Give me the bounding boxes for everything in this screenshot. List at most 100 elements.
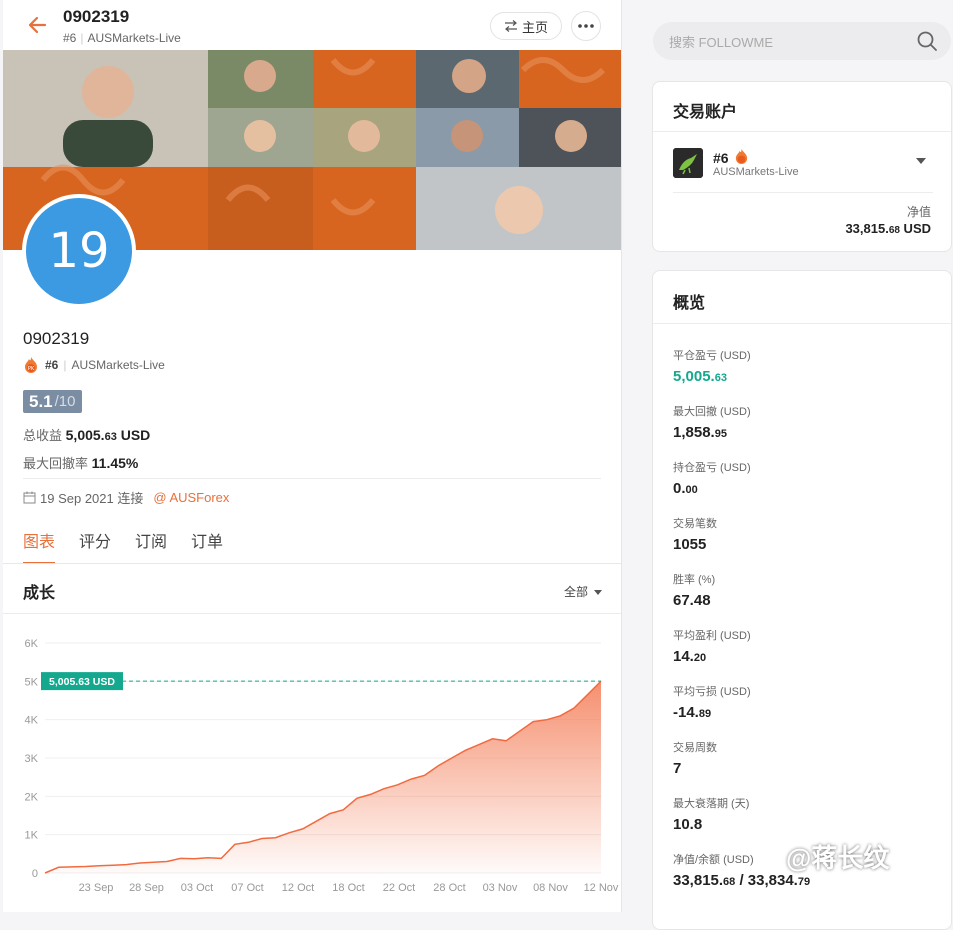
profile-broker: AUSMarkets-Live	[71, 358, 165, 372]
search-placeholder: 搜索 FOLLOWME	[669, 34, 774, 50]
profile-name: 0902319	[23, 329, 90, 348]
tab-chart[interactable]: 图表	[23, 528, 56, 564]
trading-account-title: 交易账户	[653, 82, 951, 132]
more-options-button[interactable]	[571, 11, 601, 41]
y-tick-label: 5K	[25, 676, 39, 688]
overview-item: 平均亏损 (USD) -14.89	[673, 683, 751, 721]
watermark: @蒋长纹	[786, 838, 889, 875]
overview-item-label: 交易笔数	[673, 518, 717, 530]
x-tick-label: 22 Oct	[383, 882, 415, 894]
tab-orders[interactable]: 订单	[191, 528, 223, 564]
score-max: /10	[54, 393, 76, 410]
total-return-label: 总收益	[23, 428, 63, 443]
overview-card: 概览 平仓盈亏 (USD) 5,005.63 最大回撤 (USD) 1,858.95 持…	[652, 270, 952, 930]
overview-item-label: 交易周数	[673, 742, 717, 754]
overview-item-value: 1055	[673, 536, 707, 553]
watermark-text: @蒋长纹	[786, 843, 890, 873]
profile-rank-row: PK #6 | AUSMarkets-Live	[23, 356, 165, 374]
profile-rank: #6	[45, 358, 59, 372]
y-tick-label: 4K	[25, 715, 39, 727]
overview-item-label: 平仓盈亏 (USD)	[673, 350, 751, 362]
overview-item-value: 0.00	[673, 480, 698, 497]
pk-flame-icon	[736, 149, 748, 164]
overview-item-label: 最大回撤 (USD)	[673, 406, 751, 418]
header-broker: AUSMarkets-Live	[87, 31, 181, 45]
search-icon[interactable]	[916, 30, 938, 52]
overview-item-value: 7	[673, 760, 682, 777]
overview-item: 交易笔数 1055	[673, 515, 717, 553]
svg-text:PK: PK	[28, 366, 35, 372]
account-rank: #6	[713, 148, 749, 166]
more-dots-icon	[578, 24, 594, 28]
home-button[interactable]: 主页	[490, 12, 562, 40]
caret-down-icon	[594, 590, 603, 595]
swap-icon	[504, 20, 517, 32]
connect-date: 19 Sep 2021 连接	[40, 491, 144, 506]
overview-title: 概览	[653, 271, 951, 324]
overview-item-label: 平均亏损 (USD)	[673, 686, 751, 698]
header-rank: #6	[63, 31, 77, 45]
overview-item: 平均盈利 (USD) 14.20	[673, 627, 751, 665]
overview-item-label: 胜率 (%)	[673, 574, 716, 586]
broker-logo-icon	[673, 148, 703, 178]
avatar: 19	[22, 194, 136, 308]
pk-flame-icon: PK	[25, 357, 37, 373]
calendar-icon	[23, 491, 36, 504]
account-rank-text: #6	[713, 150, 729, 166]
overview-item: 平仓盈亏 (USD) 5,005.63	[673, 347, 751, 385]
account-selector[interactable]: #6 AUSMarkets-Live	[673, 148, 933, 188]
back-arrow-icon[interactable]	[25, 12, 51, 38]
overview-item-value: 14.20	[673, 648, 707, 665]
x-tick-label: 03 Oct	[181, 882, 213, 894]
max-drawdown-value: 11.45%	[91, 455, 139, 471]
home-button-label: 主页	[521, 19, 548, 35]
growth-title: 成长	[23, 585, 56, 602]
x-tick-label: 12 Nov	[584, 882, 619, 894]
max-drawdown-label: 最大回撤率	[23, 456, 89, 471]
x-tick-label: 28 Sep	[129, 882, 164, 894]
account-divider	[673, 192, 933, 193]
tab-bar: 图表 评分 订阅 订单	[23, 528, 223, 564]
tabs-divider	[3, 563, 621, 564]
score-value: 5.1	[29, 391, 53, 411]
page-title: 0902319	[63, 7, 130, 26]
overview-item-label: 持仓盈亏 (USD)	[673, 462, 751, 474]
x-tick-label: 23 Sep	[79, 882, 114, 894]
overview-item: 交易周数 7	[673, 739, 717, 777]
connect-row: 19 Sep 2021 连接 @ AUSForex	[23, 488, 229, 507]
overview-item: 胜率 (%) 67.48	[673, 571, 715, 609]
growth-area	[45, 681, 601, 873]
range-select[interactable]: 全部	[564, 583, 603, 600]
overview-item-value: -14.89	[673, 704, 712, 721]
overview-item: 最大衰落期 (天) 10.8	[673, 795, 749, 833]
x-tick-label: 07 Oct	[231, 882, 263, 894]
top-bar: 0902319 #6 | AUSMarkets-Live 主页	[3, 0, 621, 50]
x-tick-label: 03 Nov	[483, 882, 518, 894]
net-value-dec: 68	[888, 225, 900, 236]
score-badge: 5.1 /10	[23, 390, 82, 413]
trading-account-card: 交易账户 #6 AUSMarkets-Live 净值 33,815.68 USD	[652, 81, 952, 252]
net-value-label: 净值	[906, 205, 931, 219]
net-value: 33,815.68 USD	[845, 221, 931, 236]
total-return-unit: USD	[116, 427, 151, 443]
account-broker: AUSMarkets-Live	[713, 166, 799, 178]
overview-item: 最大回撤 (USD) 1,858.95	[673, 403, 751, 441]
range-select-label: 全部	[564, 585, 589, 599]
net-value-unit: USD	[899, 221, 931, 236]
caret-down-icon[interactable]	[916, 158, 926, 165]
overview-item-value: 1,858.95	[673, 424, 727, 441]
total-return-dec: 63	[104, 431, 117, 443]
tab-rating[interactable]: 评分	[79, 528, 111, 564]
x-tick-label: 08 Nov	[533, 882, 568, 894]
y-tick-label: 1K	[25, 830, 39, 842]
growth-chart: 0 1K 2K 3K 4K 5K 6K 23 Sep 28 Sep 03 Oct 07 Oct 12…	[25, 638, 619, 894]
tab-subscribe[interactable]: 订阅	[135, 528, 167, 564]
broker-link[interactable]: @ AUSForex	[153, 490, 229, 505]
overview-item-label: 最大衰落期 (天)	[673, 798, 750, 810]
overview-item-value: 67.48	[673, 592, 711, 609]
search-input[interactable]: 搜索 FOLLOWME	[653, 22, 951, 60]
divider	[23, 478, 601, 479]
overview-item-value: 10.8	[673, 816, 703, 833]
x-tick-label: 18 Oct	[332, 882, 364, 894]
y-tick-label: 6K	[25, 638, 39, 650]
